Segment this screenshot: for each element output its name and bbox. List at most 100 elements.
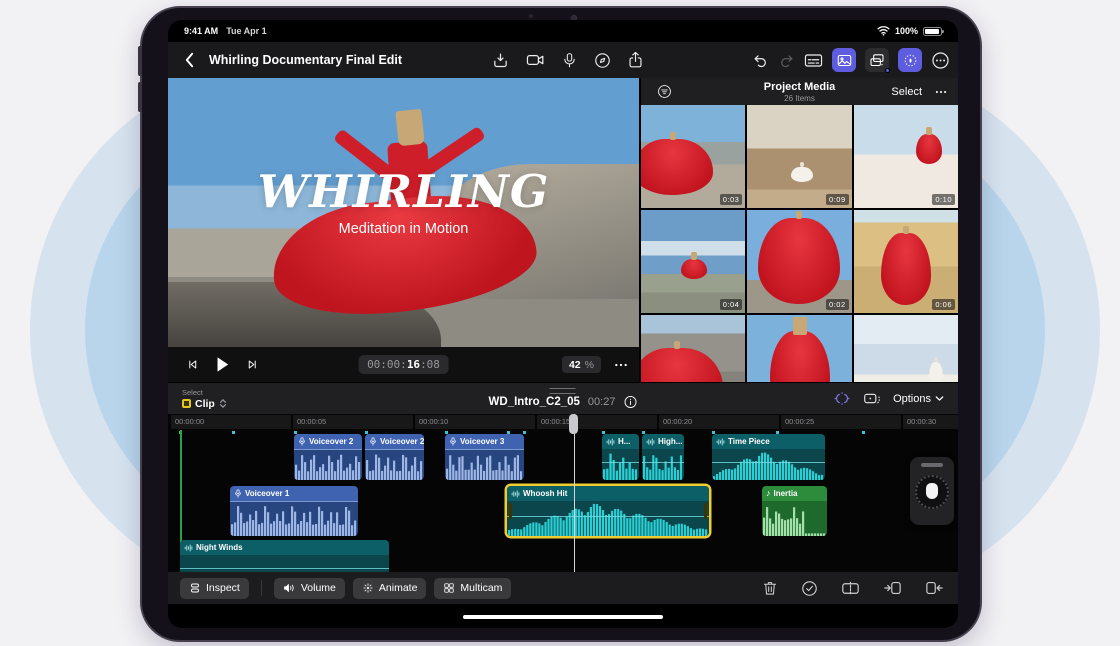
media-thumbnail-white-dancer-saltflat-clouds[interactable]: [854, 315, 958, 382]
stickers-clips-button[interactable]: [865, 48, 889, 72]
clip-label: Voiceover 2: [309, 437, 353, 446]
timeline-track-2: Voiceover 1 Whoosh Hit ♪Inertia: [168, 486, 958, 536]
media-thumbnail-red-whirler-closeup[interactable]: 0:02: [747, 210, 851, 313]
ruler-tick[interactable]: 00:00:15: [537, 415, 657, 429]
record-video-icon[interactable]: [526, 52, 545, 68]
ruler-tick[interactable]: 00:00:25: [781, 415, 901, 429]
info-icon[interactable]: [623, 395, 637, 409]
zoom-level[interactable]: 42%: [562, 356, 601, 373]
inspector-icon: [189, 582, 201, 594]
timeline-clip-high-[interactable]: High...: [642, 434, 684, 480]
timeline-clip-time-piece[interactable]: Time Piece: [712, 434, 825, 480]
trim-handle-right[interactable]: [704, 503, 707, 519]
connect-clips-icon[interactable]: [833, 391, 851, 406]
play-button[interactable]: [215, 356, 230, 373]
jog-wheel[interactable]: [910, 457, 954, 525]
timeline-clip-voiceover-3[interactable]: Voiceover 3: [445, 434, 524, 480]
timeline-toolbar: Select Clip WD_Intro_C2_05 00:27: [168, 382, 958, 414]
tool-label: Clip: [195, 398, 215, 410]
media-thumbnail-red-whirler-rocks[interactable]: 0:03: [641, 105, 745, 208]
append-clip-icon[interactable]: [925, 580, 944, 596]
animate-button[interactable]: Animate: [353, 578, 427, 599]
back-button[interactable]: [184, 52, 195, 68]
skip-to-start-icon[interactable]: [186, 358, 199, 371]
clip-label: Whoosh Hit: [523, 489, 567, 498]
timeline-clip-voiceover-2[interactable]: Voiceover 2: [365, 434, 424, 480]
more-options-icon[interactable]: [931, 51, 950, 70]
undo-icon[interactable]: [752, 52, 769, 69]
pencil-tool-icon[interactable]: [594, 52, 611, 69]
battery-percent: 100%: [895, 26, 918, 36]
waveform-icon: [606, 438, 615, 446]
mic-icon: [369, 437, 377, 446]
redo-icon[interactable]: [778, 52, 795, 69]
timeline-clip-h-[interactable]: H...: [602, 434, 639, 480]
media-thumbnail-red-dancer-hill-clouds[interactable]: 0:04: [641, 210, 745, 313]
waveform-icon: [716, 438, 725, 446]
trash-icon[interactable]: [762, 580, 778, 597]
ruler-tick[interactable]: 00:00:10: [415, 415, 535, 429]
timeline-clip-inertia[interactable]: ♪Inertia: [762, 486, 827, 536]
insert-clip-icon[interactable]: [883, 580, 902, 596]
inspect-button[interactable]: Inspect: [180, 578, 249, 599]
ruler-tick[interactable]: 00:00:30: [903, 415, 958, 429]
volume-button[interactable]: Volume: [274, 578, 345, 599]
options-button[interactable]: Options: [893, 393, 944, 405]
dancer-figure: [881, 233, 931, 305]
import-icon[interactable]: [492, 52, 509, 69]
volume-icon: [283, 582, 296, 594]
browser-media-button[interactable]: [832, 48, 856, 72]
timeline[interactable]: 00:00:0000:00:0500:00:1000:00:1500:00:20…: [168, 414, 958, 572]
video-preview[interactable]: WHIRLING Meditation in Motion: [168, 78, 639, 347]
dancer-figure: [681, 259, 707, 279]
jog-drag-handle[interactable]: [921, 463, 943, 467]
selected-clip-duration: 00:27: [588, 396, 616, 408]
jog-wheel-button[interactable]: [898, 48, 922, 72]
clip-label: High...: [658, 437, 682, 446]
select-button[interactable]: Select: [891, 86, 922, 98]
title-overlay: WHIRLING Meditation in Motion: [168, 169, 639, 237]
skip-to-end-icon[interactable]: [246, 358, 259, 371]
trim-handle-left[interactable]: [509, 503, 512, 519]
share-icon[interactable]: [628, 51, 643, 69]
tool-selector[interactable]: Select Clip: [182, 388, 227, 410]
video-subtitle-text: Meditation in Motion: [168, 221, 639, 237]
media-grid: 0:030:090:10 0:04 0:020:06: [641, 105, 958, 382]
timeline-clip-whoosh-hit[interactable]: Whoosh Hit: [507, 486, 709, 536]
multicam-button[interactable]: Multicam: [434, 578, 511, 599]
timeline-clip-voiceover-1[interactable]: Voiceover 1: [230, 486, 358, 536]
home-indicator[interactable]: [463, 615, 663, 620]
viewer-panel: WHIRLING Meditation in Motion 00:00:16:0…: [168, 78, 639, 382]
timeline-clip-voiceover-2[interactable]: Voiceover 2: [294, 434, 362, 480]
media-thumbnail-red-dancer-wheatfield[interactable]: 0:06: [854, 210, 958, 313]
media-more-icon[interactable]: [934, 85, 948, 99]
media-thumbnail-white-dancer-desert[interactable]: 0:09: [747, 105, 851, 208]
playhead[interactable]: [569, 414, 578, 572]
ruler-tick[interactable]: 00:00:00: [171, 415, 291, 429]
check-circle-icon[interactable]: [801, 580, 818, 597]
ruler-tick[interactable]: 00:00:05: [293, 415, 413, 429]
clip-duration-badge: 0:04: [720, 299, 743, 310]
overlay-view-icon[interactable]: [863, 391, 881, 406]
project-title: Whirling Documentary Final Edit: [209, 53, 402, 67]
jog-pin: [926, 483, 938, 499]
marketing-stage: 9:41 AM Tue Apr 1 100% Whirling Document…: [0, 0, 1120, 646]
record-audio-icon[interactable]: [562, 52, 577, 69]
media-thumbnail-red-dancer-hat-crossed-arms[interactable]: [747, 315, 851, 382]
panel-grab-handle[interactable]: [550, 388, 576, 394]
dancer-figure: [641, 348, 723, 382]
filter-icon[interactable]: [657, 84, 672, 99]
clip-label: Inertia: [774, 489, 798, 498]
viewer-more-icon[interactable]: [613, 357, 629, 373]
ruler-tick[interactable]: 00:00:20: [659, 415, 779, 429]
timeline-ruler[interactable]: 00:00:0000:00:0500:00:1000:00:1500:00:20…: [168, 414, 958, 430]
dancer-figure: [916, 134, 942, 164]
timeline-clip-night-winds[interactable]: Night Winds: [180, 540, 389, 572]
media-thumbnail-red-skirt-closeup[interactable]: [641, 315, 745, 382]
timecode-display[interactable]: 00:00:16:08: [358, 355, 449, 374]
media-thumbnail-red-dancer-saltflat[interactable]: 0:10: [854, 105, 958, 208]
split-clip-icon[interactable]: [841, 581, 860, 596]
multicam-icon: [443, 582, 455, 594]
keyboard-shortcuts-icon[interactable]: [804, 53, 823, 68]
selected-clip-info: WD_Intro_C2_05 00:27: [489, 388, 638, 409]
